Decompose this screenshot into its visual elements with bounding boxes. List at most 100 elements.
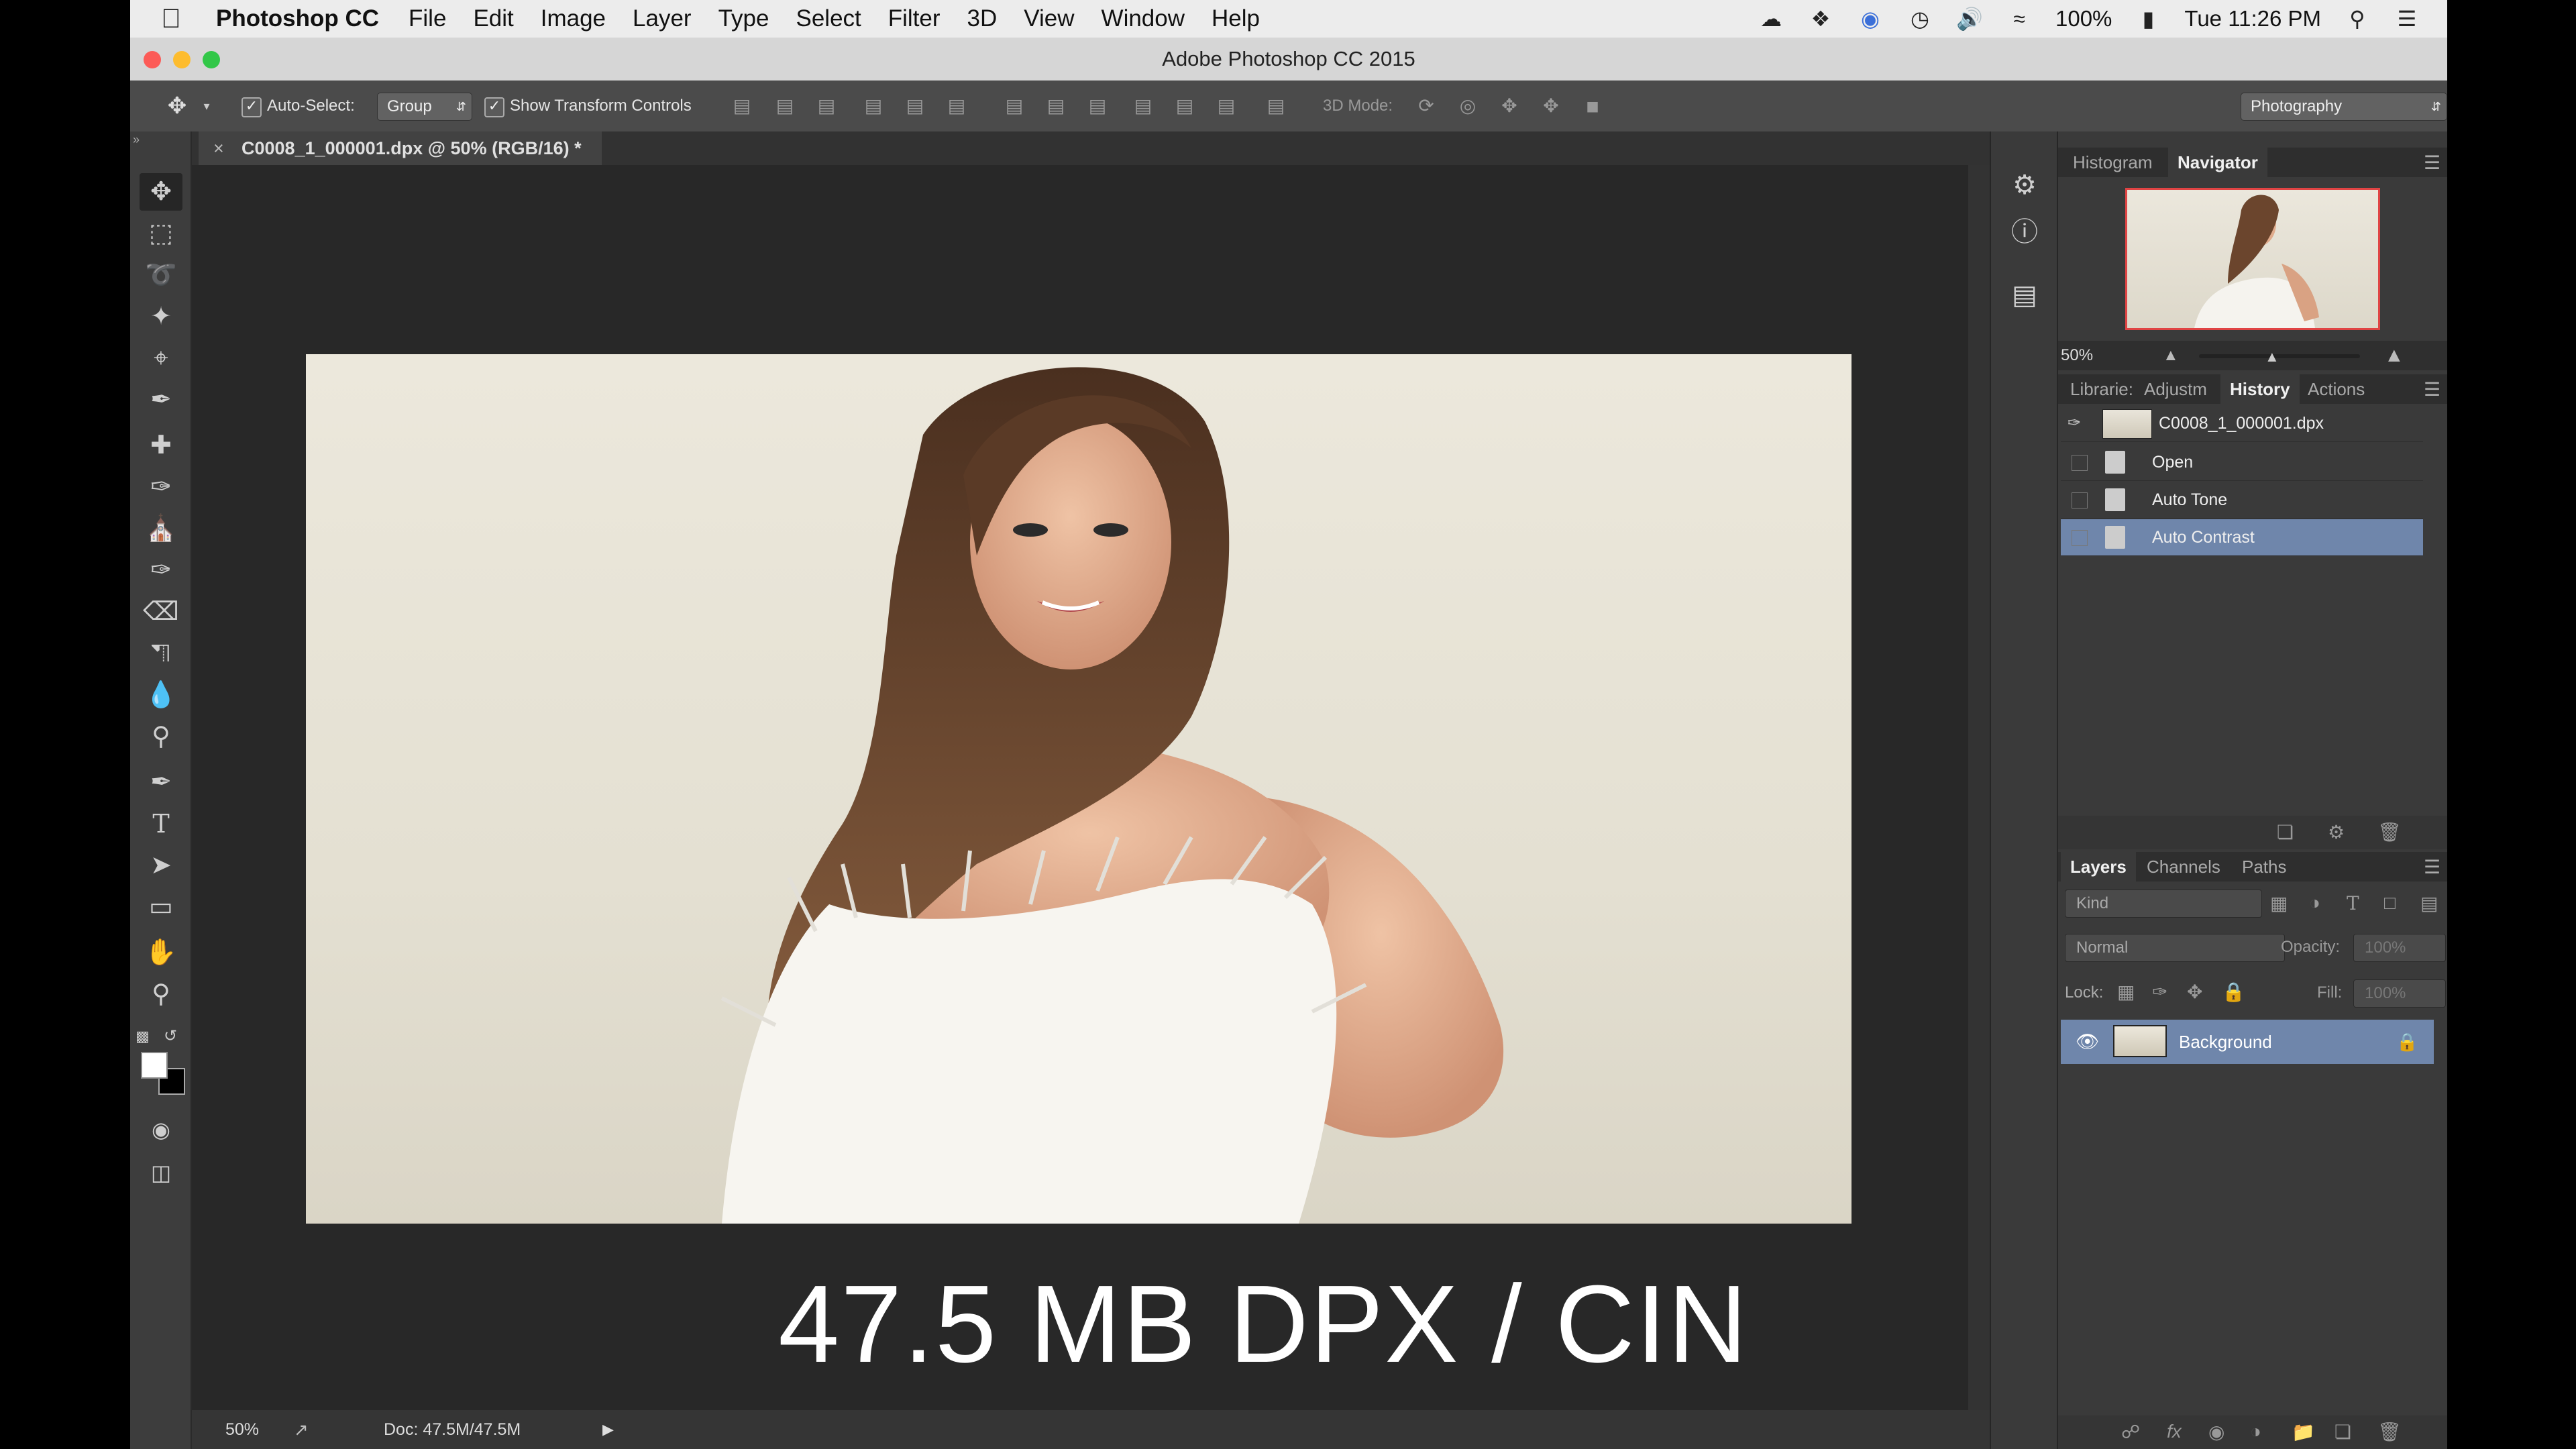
creative-cloud-icon[interactable]: ☁ [1758, 7, 1784, 30]
type-tool-icon[interactable]: T [140, 805, 182, 843]
wifi-icon[interactable]: ≈ [2006, 7, 2033, 30]
lock-transparent-icon[interactable]: ▦ [2117, 981, 2135, 1003]
panel-menu-icon[interactable]: ☰ [2424, 378, 2440, 400]
swap-colors-icon[interactable]: ↺ [164, 1026, 177, 1046]
pen-tool-icon[interactable]: ✒ [140, 763, 182, 801]
notification-center-icon[interactable]: ☰ [2394, 7, 2420, 30]
document-image[interactable] [306, 354, 1851, 1224]
tab-adjustments[interactable]: Adjustm [2135, 374, 2216, 404]
close-tab-icon[interactable]: × [213, 131, 224, 165]
document-tab[interactable]: × C0008_1_000001.dpx @ 50% (RGB/16) * [199, 131, 602, 165]
info-panel-icon[interactable]: ⓘ [2006, 213, 2043, 251]
default-colors-icon[interactable]: ▩ [136, 1028, 150, 1045]
3d-scale-icon[interactable]: ◾ [1580, 95, 1605, 117]
chrome-icon[interactable]: ◉ [1857, 7, 1884, 30]
menu-select[interactable]: Select [796, 5, 861, 32]
menu-file[interactable]: File [409, 5, 446, 32]
volume-icon[interactable]: 🔊 [1956, 7, 1983, 30]
filter-pixel-icon[interactable]: ▦ [2270, 892, 2288, 914]
blur-tool-icon[interactable]: 💧 [140, 676, 182, 714]
marquee-tool-icon[interactable]: ⬚ [140, 215, 182, 252]
tab-paths[interactable]: Paths [2233, 852, 2296, 881]
delete-state-icon[interactable]: 🗑 [2377, 821, 2402, 843]
distribute-left-icon[interactable]: ▤ [1131, 95, 1155, 117]
filter-type-icon[interactable]: T [2347, 892, 2359, 914]
layer-name[interactable]: Background [2179, 1020, 2272, 1064]
paragraph-panel-icon[interactable]: ▤ [2006, 276, 2043, 314]
tab-history[interactable]: History [2220, 374, 2300, 404]
new-adjustment-layer-icon[interactable]: ◑ [2250, 1421, 2261, 1442]
new-group-icon[interactable]: 📁 [2292, 1421, 2315, 1443]
zoom-tool-icon[interactable]: ⚲ [140, 975, 182, 1013]
hand-tool-icon[interactable]: ✋ [140, 934, 182, 971]
vertical-scrollbar[interactable] [1968, 165, 1990, 1410]
tab-layers[interactable]: Layers [2061, 852, 2136, 881]
menu-image[interactable]: Image [541, 5, 606, 32]
tab-libraries[interactable]: Librarie: [2061, 374, 2143, 404]
history-step[interactable]: Open [2061, 444, 2423, 481]
3d-rotate-icon[interactable]: ⟳ [1414, 95, 1438, 117]
visibility-eye-icon[interactable]: 👁 [2076, 1020, 2100, 1064]
spotlight-search-icon[interactable]: ⚲ [2344, 7, 2371, 30]
collapse-arrows-icon[interactable]: » [133, 133, 140, 147]
filter-smart-object-icon[interactable]: ▤ [2420, 892, 2438, 914]
menu-3d[interactable]: 3D [967, 5, 998, 32]
close-window-button[interactable] [144, 51, 161, 68]
link-layers-icon[interactable]: ☍ [2121, 1421, 2140, 1443]
new-layer-icon[interactable]: ❏ [2334, 1421, 2351, 1443]
apple-menu-icon[interactable]:  [161, 4, 181, 34]
menu-edit[interactable]: Edit [473, 5, 513, 32]
panel-menu-icon[interactable]: ☰ [2424, 152, 2440, 174]
history-source-checkbox[interactable] [2072, 492, 2088, 508]
auto-select-checkbox[interactable]: ✓ [241, 97, 262, 117]
align-top-icon[interactable]: ▤ [730, 95, 754, 117]
delete-layer-icon[interactable]: 🗑 [2377, 1421, 2402, 1443]
crop-tool-icon[interactable]: ⌖ [140, 339, 182, 377]
minimize-window-button[interactable] [173, 51, 191, 68]
history-step-selected[interactable]: Auto Contrast [2061, 519, 2423, 556]
lock-image-icon[interactable]: ✑ [2152, 981, 2167, 1003]
path-selection-tool-icon[interactable]: ➤ [140, 847, 182, 884]
panel-menu-icon[interactable]: ☰ [2424, 856, 2440, 878]
tab-actions[interactable]: Actions [2298, 374, 2374, 404]
workspace-switcher[interactable]: Photography ⇵ [2241, 93, 2447, 121]
tab-channels[interactable]: Channels [2137, 852, 2230, 881]
menu-layer[interactable]: Layer [633, 5, 692, 32]
distribute-center-icon[interactable]: ▤ [1044, 95, 1068, 117]
history-brush-tool-icon[interactable]: ✑ [140, 551, 182, 589]
chevron-down-icon[interactable]: ▾ [195, 95, 219, 117]
status-menu-arrow-icon[interactable]: ▶ [602, 1410, 614, 1449]
navigator-zoom-value[interactable]: 50% [2061, 341, 2093, 370]
clock[interactable]: Tue 11:26 PM [2184, 6, 2321, 32]
align-right-icon[interactable]: ▤ [945, 95, 969, 117]
menu-view[interactable]: View [1024, 5, 1074, 32]
zoom-out-icon[interactable]: ▲ [2163, 341, 2179, 370]
3d-roll-icon[interactable]: ◎ [1456, 95, 1480, 117]
zoom-in-icon[interactable]: ▲ [2384, 341, 2404, 370]
move-tool-icon[interactable]: ✥ [140, 173, 182, 211]
layer-row-background[interactable]: 👁 Background 🔒 [2061, 1020, 2434, 1064]
clone-stamp-tool-icon[interactable]: ⛪ [140, 510, 182, 547]
paint-bucket-tool-icon[interactable]: ⛠ [140, 635, 182, 672]
add-mask-icon[interactable]: ◉ [2208, 1421, 2224, 1443]
3d-slide-icon[interactable]: ✥ [1539, 95, 1563, 117]
history-step[interactable]: Auto Tone [2061, 482, 2423, 519]
rectangle-tool-icon[interactable]: ▭ [140, 888, 182, 926]
foreground-color-swatch[interactable] [141, 1052, 168, 1079]
zoom-window-button[interactable] [203, 51, 220, 68]
new-document-from-state-icon[interactable]: ❏ [2277, 821, 2294, 843]
align-bottom-icon[interactable]: ▤ [814, 95, 839, 117]
opacity-input[interactable]: 100% [2353, 934, 2446, 962]
properties-panel-icon[interactable]: ⚙ [2006, 166, 2043, 204]
menu-help[interactable]: Help [1212, 5, 1260, 32]
lasso-tool-icon[interactable]: ➰ [140, 256, 182, 294]
menu-window[interactable]: Window [1102, 5, 1185, 32]
lock-all-icon[interactable]: 🔒 [2222, 981, 2245, 1003]
history-brush-source-icon[interactable]: ✑ [2068, 405, 2081, 441]
screen-mode-icon[interactable]: ◫ [140, 1154, 182, 1191]
history-snapshot[interactable]: ✑ C0008_1_000001.dpx [2061, 405, 2423, 442]
layer-style-fx-icon[interactable]: fx [2167, 1421, 2182, 1442]
battery-icon[interactable]: ▮ [2135, 7, 2161, 30]
eraser-tool-icon[interactable]: ⌫ [140, 593, 182, 631]
distribute-top-icon[interactable]: ▤ [1002, 95, 1026, 117]
